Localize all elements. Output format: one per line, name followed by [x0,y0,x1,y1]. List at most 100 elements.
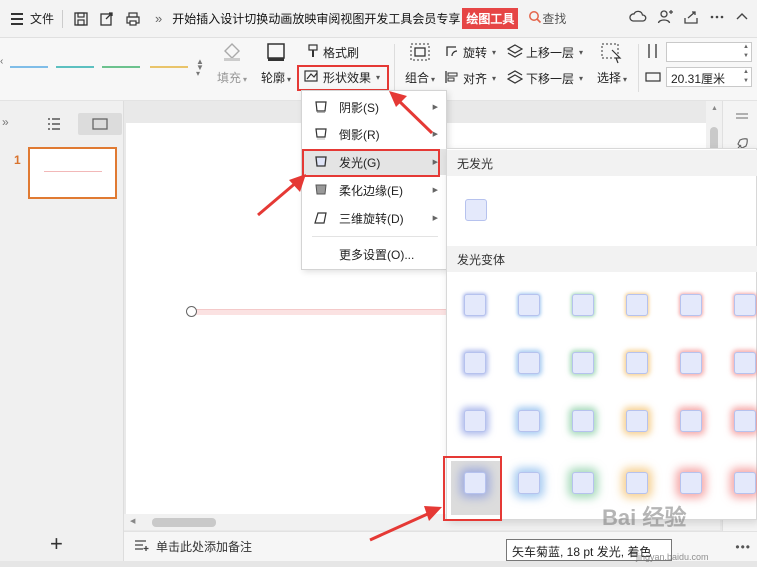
slide-thumbnail[interactable] [28,147,117,199]
glow-variant-r1-c3[interactable] [572,294,594,316]
shape-style-gallery[interactable]: ▲ ▼ ▾ [10,56,206,80]
scroll-left-icon[interactable]: ◀ [130,517,135,525]
glow-variant-r4-c2[interactable] [518,472,540,494]
shape-resize-handle[interactable] [186,306,197,317]
submenu-arrow-icon: ▶ [432,215,438,222]
menu-item-label: 阴影(S) [339,100,379,115]
tab-drawing-tools[interactable]: 绘图工具 [462,8,519,29]
gallery-scroll-icon[interactable]: ▲ ▼ ▾ [196,58,204,78]
fill-label: 填充 [216,71,241,85]
send-backward-icon [506,70,524,87]
tab-transitions[interactable]: 切换 [244,10,268,27]
menu-item-reflection[interactable]: 倒影(R) ▶ [303,121,446,147]
selected-shape[interactable] [190,309,450,315]
glow-variant-r3-c6[interactable] [734,410,756,432]
share-icon[interactable] [683,9,699,28]
menu-item-more-settings[interactable]: 更多设置(O)... [303,241,446,267]
search-box[interactable]: 查找 [528,10,566,27]
outline-icon [265,42,287,65]
style-line-4[interactable] [150,66,188,68]
tab-review[interactable]: 审阅 [316,10,340,27]
glow-variant-r1-c6[interactable] [734,294,756,316]
collapse-ribbon-icon[interactable] [735,10,749,27]
glow-variant-r2-c5[interactable] [680,352,702,374]
add-slide-button[interactable]: + [50,533,63,555]
send-backward-button[interactable]: 下移一层 ▾ [506,70,583,87]
tab-view[interactable]: 视图 [340,10,364,27]
glow-variant-r3-c1[interactable] [464,410,486,432]
tab-insert[interactable]: 插入 [196,10,220,27]
glow-variant-r2-c4[interactable] [626,352,648,374]
width-icon [645,70,661,87]
glow-variant-r4-c4[interactable] [626,472,648,494]
glow-variant-r4-c5[interactable] [680,472,702,494]
more-options-icon[interactable]: ••• [735,540,751,554]
tab-slideshow[interactable]: 放映 [292,10,316,27]
height-spinner-icon[interactable]: ▲ ▼ [743,43,749,61]
glow-variant-r2-c3[interactable] [572,352,594,374]
glow-variant-r4-c3[interactable] [572,472,594,494]
height-input[interactable]: ▲ ▼ [666,42,752,62]
glow-variant-r1-c1[interactable] [464,294,486,316]
rotate-button[interactable]: 旋转 ▾ [444,44,496,61]
save-icon[interactable] [71,9,91,29]
hamburger-menu-icon[interactable] [6,8,28,30]
ribbon-scroll-left-icon[interactable]: ‹ [0,56,8,80]
horizontal-scroll-thumb[interactable] [152,518,216,527]
rotate-label: 旋转 [463,46,488,60]
highlight-glow-item [302,149,440,177]
menu-item-3d-rotation[interactable]: 三维旋转(D) ▶ [303,205,446,231]
tab-animations[interactable]: 动画 [268,10,292,27]
slide-number: 1 [14,153,21,167]
glow-variant-r3-c2[interactable] [518,410,540,432]
tab-member[interactable]: 会员专享 [412,10,460,27]
tab-design[interactable]: 设计 [220,10,244,27]
collapse-pane-icon[interactable]: » [2,115,9,129]
glow-variant-r3-c5[interactable] [680,410,702,432]
fill-button[interactable]: 填充 ▾ [214,42,250,86]
tab-developer[interactable]: 开发工具 [364,10,412,27]
export-icon[interactable] [97,9,117,29]
highlight-selected-glow [443,456,502,521]
menu-item-soft-edges[interactable]: 柔化边缘(E) ▶ [303,177,446,203]
select-cursor-icon [600,42,624,67]
select-button[interactable]: 选择 ▾ [592,42,632,86]
share-user-icon[interactable] [657,9,673,28]
style-line-2[interactable] [56,66,94,68]
menu-item-label: 三维旋转(D) [339,211,404,226]
glow-variant-r1-c2[interactable] [518,294,540,316]
reflection-icon [313,127,329,141]
scroll-up-icon[interactable]: ▲ [711,105,718,112]
glow-variant-r1-c5[interactable] [680,294,702,316]
width-input[interactable]: 20.31厘米 ▲ ▼ [666,67,752,87]
bring-forward-button[interactable]: 上移一层 ▾ [506,44,583,61]
glow-variant-r3-c3[interactable] [572,410,594,432]
style-line-3[interactable] [102,66,140,68]
glow-variant-r2-c6[interactable] [734,352,756,374]
glow-variant-r1-c4[interactable] [626,294,648,316]
width-spinner-icon[interactable]: ▲ ▼ [743,68,749,86]
print-icon[interactable] [123,9,143,29]
pane-menu-icon[interactable] [735,111,749,125]
glow-variant-r3-c4[interactable] [626,410,648,432]
glow-variant-r4-c6[interactable] [734,472,756,494]
format-painter-button[interactable]: 格式刷 [306,44,359,61]
window-tools [629,9,749,28]
glow-variant-r2-c2[interactable] [518,352,540,374]
thumbnail-view-icon[interactable] [78,113,122,135]
no-glow-option[interactable] [465,199,487,221]
style-line-1[interactable] [10,66,48,68]
glow-variant-r2-c1[interactable] [464,352,486,374]
menu-item-shadow[interactable]: 阴影(S) ▶ [303,94,446,120]
file-menu[interactable]: 文件 [30,10,54,27]
menu-divider [312,236,438,237]
more-quick-access[interactable]: » [155,11,162,26]
align-button[interactable]: 对齐 ▾ [444,70,496,87]
tab-home[interactable]: 开始 [172,10,196,27]
cloud-sync-icon[interactable] [629,9,647,28]
outline-view-icon[interactable] [46,117,62,134]
width-value: 20.31厘米 [671,72,726,86]
group-button[interactable]: 组合 ▾ [402,42,438,86]
more-options-icon[interactable] [709,9,725,28]
outline-button[interactable]: 轮廓 ▾ [258,42,294,86]
